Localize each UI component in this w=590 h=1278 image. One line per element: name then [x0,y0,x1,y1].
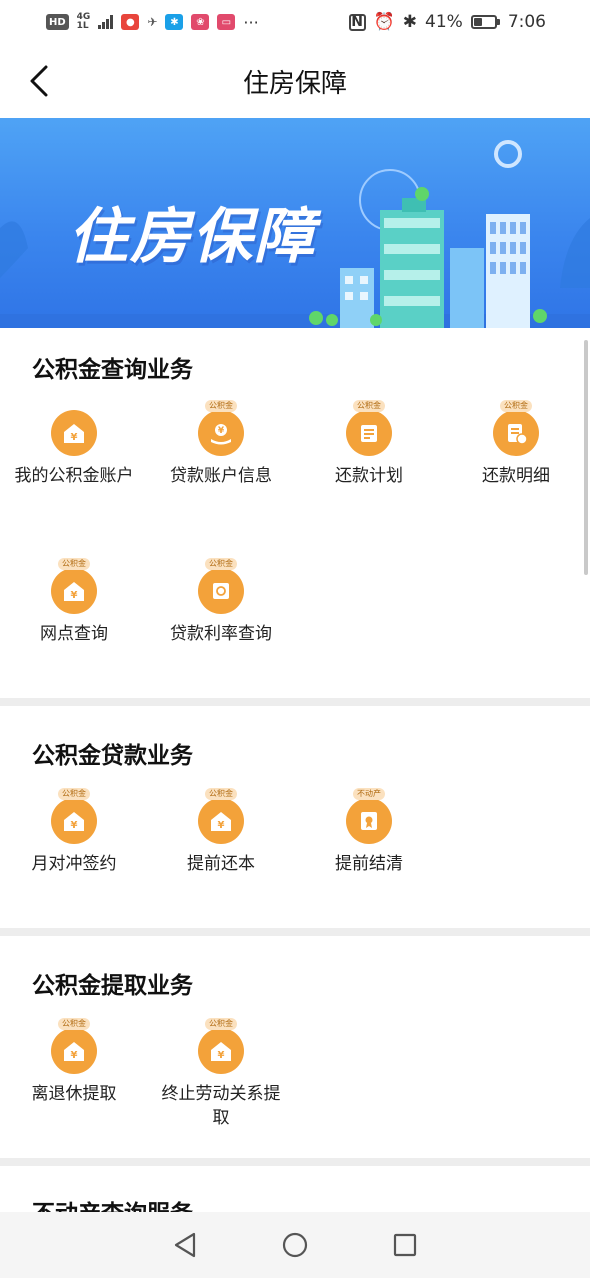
grid-item-prepay-principal[interactable]: 公积金 ¥ 提前还本 [147,788,295,876]
book-notification-icon: ▭ [217,14,236,30]
item-label: 还款明细 [482,466,550,486]
rate-icon: 公积金 [198,558,244,614]
signal-icon [98,15,114,29]
section-divider [0,928,590,936]
svg-text:¥: ¥ [218,426,225,436]
section-query: 公积金查询业务 ¥ 我的公积金账户 公积金 ¥ 贷款账户信息 公积金 还款计划 … [0,328,590,698]
system-nav-bar [0,1212,590,1278]
battery-percent: 41% [425,12,463,32]
grid-item-repay-detail[interactable]: 公积金 还款明细 [442,400,590,488]
svg-text:¥: ¥ [71,820,78,831]
hand-yuan-icon: 公积金 ¥ [198,400,244,456]
section-title: 公积金贷款业务 [32,743,193,769]
section-withdraw: 公积金提取业务 公积金 ¥ 离退休提取 公积金 ¥ 终止劳动关系提取 [0,936,590,1158]
alarm-icon: ⏰ [373,12,395,32]
grid-item-repay-plan[interactable]: 公积金 还款计划 [295,400,443,488]
svg-text:¥: ¥ [218,820,225,831]
item-label: 提前结清 [335,854,403,874]
item-label: 月对冲签约 [31,854,117,874]
calendar-doc-icon: 公积金 [346,400,392,456]
more-notifications-icon: ··· [243,12,259,32]
square-recents-icon [393,1233,417,1257]
grid-item-early-settle[interactable]: 不动产 提前结清 [295,788,443,876]
bluetooth-icon: ✱ [402,12,418,32]
bird-notification-icon: ✈ [147,15,158,29]
house-yuan-icon: 公积金 ¥ [51,558,97,614]
network-type: 4G 1L [76,12,91,31]
nav-recents-button[interactable] [385,1225,425,1265]
circle-home-icon [282,1232,308,1258]
item-label: 还款计划 [335,466,403,486]
grid-item-termination-withdraw[interactable]: 公积金 ¥ 终止劳动关系提取 [147,1018,295,1130]
house-yuan-icon: 公积金 ¥ [51,1018,97,1074]
house-yuan-icon: 公积金 ¥ [51,788,97,844]
grid-item-monthly-offset[interactable]: 公积金 ¥ 月对冲签约 [0,788,148,876]
house-yuan-icon: 公积金 ¥ [198,1018,244,1074]
house-yuan-icon: 公积金 ¥ [198,788,244,844]
grid-item-loan-info[interactable]: 公积金 ¥ 贷款账户信息 [147,400,295,488]
banner-text: 住房保障 [68,202,316,272]
title-bar: 住房保障 [0,44,590,118]
svg-text:¥: ¥ [218,1050,225,1061]
back-button[interactable] [22,64,56,98]
battery-icon [470,15,500,29]
grid-item-retirement-withdraw[interactable]: 公积金 ¥ 离退休提取 [0,1018,148,1106]
section-title: 不动产查询服务 [32,1194,193,1212]
section-divider [0,1158,590,1166]
svg-text:¥: ¥ [71,432,78,443]
status-right: N ⏰ ✱ 41% 7:06 [348,12,546,32]
section-title: 公积金提取业务 [32,973,193,999]
page-title: 住房保障 [242,68,347,99]
section-property: 不动产查询服务 [0,1166,590,1212]
section-divider [0,698,590,706]
status-bar: HD 4G 1L ● ✈ ✱ ❀ ▭ ··· N ⏰ ✱ 41% 7:06 [0,0,590,44]
grid-item-loan-rate[interactable]: 公积金 贷款利率查询 [147,558,295,646]
nav-home-button[interactable] [275,1225,315,1265]
item-label: 我的公积金账户 [14,466,134,486]
svg-text:¥: ¥ [71,590,78,601]
banner[interactable]: 住房保障 [0,118,590,328]
item-label: 网点查询 [40,624,108,644]
item-label: 贷款利率查询 [170,624,272,644]
grid-item-branch-query[interactable]: 公积金 ¥ 网点查询 [0,558,148,646]
house-yuan-icon: ¥ [51,410,97,456]
flower-notification-icon: ❀ [191,14,210,30]
certificate-icon: 不动产 [346,788,392,844]
section-loan: 公积金贷款业务 公积金 ¥ 月对冲签约 公积金 ¥ 提前还本 不动产 提前结清 [0,706,590,928]
bulb-notification-icon: ✱ [165,14,184,30]
svg-text:¥: ¥ [71,1050,78,1061]
scrollbar[interactable] [584,340,588,575]
section-title: 公积金查询业务 [32,357,193,383]
clock-time: 7:06 [507,12,546,32]
status-left: HD 4G 1L ● ✈ ✱ ❀ ▭ ··· [46,13,259,32]
doc-clock-icon: 公积金 [493,400,539,456]
item-label: 终止劳动关系提取 [161,1084,281,1128]
nfc-icon: N [348,13,366,31]
hd-icon: HD [46,14,69,30]
item-label: 提前还本 [187,854,255,874]
item-label: 离退休提取 [31,1084,117,1104]
grid-item-my-account[interactable]: ¥ 我的公积金账户 [0,410,148,488]
triangle-back-icon [174,1232,196,1258]
item-label: 贷款账户信息 [170,466,272,486]
app-notification-icon: ● [121,14,140,30]
back-arrow-icon [30,65,48,97]
nav-back-button[interactable] [165,1225,205,1265]
